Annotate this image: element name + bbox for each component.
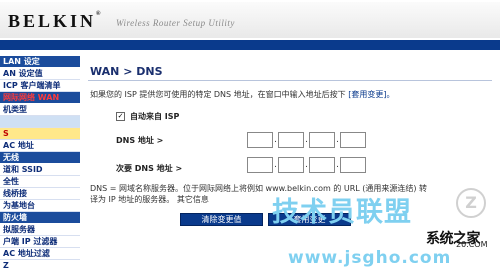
sidebar-item-security[interactable]: 全性 [0,176,80,188]
sidebar-item-virtual-servers[interactable]: 拟服务器 [0,224,80,236]
sidebar-item-client-ip-filters[interactable]: 户端 IP 过滤器 [0,236,80,248]
dns-octet-1[interactable] [247,132,273,148]
sidebar-item-wireless-bridge[interactable]: 线桥接 [0,188,80,200]
brand-name: BELKIN [8,11,97,31]
app-subtitle: Wireless Router Setup Utility [116,18,235,28]
apply-changes-link[interactable]: [套用变更]。 [348,90,394,99]
header-nav-bar [0,40,500,50]
watermark-badge: Z [456,188,486,218]
sidebar-section-lan[interactable]: LAN 设定 [0,56,80,68]
intro-text: 如果您的 ISP 提供您可使用的特定 DNS 地址，在窗口中输入地址后按下 [套… [90,89,394,100]
dns-address-fields: . . . [247,132,366,148]
intro-body: 如果您的 ISP 提供您可使用的特定 DNS 地址，在窗口中输入地址后按下 [90,90,346,99]
sidebar-item-dhcp-client-list[interactable]: ICP 客户端清单 [0,80,80,92]
more-info-link[interactable]: 其它信息 [177,195,209,204]
secondary-dns-octet-4[interactable] [340,157,366,173]
sidebar-item-connection-type[interactable]: 机类型 [0,104,80,116]
secondary-dns-label: 次要 DNS 地址 > [116,164,183,173]
auto-from-isp-checkbox[interactable]: ✓ [116,112,125,121]
watermark-main-text: 技术员联盟 [272,197,412,228]
sidebar-item-dmz[interactable]: Z [0,260,80,268]
watermark-number: 20.COM [456,240,488,249]
secondary-dns-octet-3[interactable] [309,157,335,173]
clear-changes-button[interactable]: 清除变更值 [180,213,263,226]
sidebar-item-lan-settings[interactable]: AN 设定值 [0,68,80,80]
sidebar-section-firewall[interactable]: 防火墙 [0,212,80,224]
secondary-dns-fields: . . . [247,157,366,173]
secondary-dns-octet-2[interactable] [278,157,304,173]
title-divider [88,80,492,81]
auto-from-isp-row: ✓ 自动来自 ISP [116,111,179,122]
sidebar-item-mac-address[interactable]: AC 地址 [0,140,80,152]
sidebar-item-dns[interactable]: S [0,128,80,140]
page-title: WAN > DNS [90,65,163,78]
watermark-url: www.jsgho.com [288,248,452,268]
auto-from-isp-label: 自动来自 ISP [130,112,180,121]
sidebar-item-access-point[interactable]: 为基地台 [0,200,80,212]
trademark-mark: ® [96,11,101,17]
dns-octet-4[interactable] [340,132,366,148]
sidebar-item-channel-ssid[interactable]: 道和 SSID [0,164,80,176]
sidebar-section-wan[interactable]: 网际网络 WAN [0,92,80,104]
dns-explanation-text: 译为 IP 地址的服务器。 [90,195,175,204]
dns-octet-3[interactable] [309,132,335,148]
secondary-dns-octet-1[interactable] [247,157,273,173]
app-header: BELKIN® Wireless Router Setup Utility [0,0,500,50]
sidebar-nav: LAN 设定 AN 设定值 ICP 客户端清单 网际网络 WAN 机类型 S A… [0,56,80,268]
sidebar-item-mac-filtering[interactable]: AC 地址过滤 [0,248,80,260]
sidebar-section-wireless[interactable]: 无线 [0,152,80,164]
brand-logo: BELKIN® [8,11,101,32]
dns-address-label: DNS 地址 > [116,136,164,145]
watermark: 技术员联盟 Z 系统之家 20.COM www.jsgho.com [270,188,500,268]
sidebar-item-blank[interactable] [0,116,80,128]
header-banner: BELKIN® Wireless Router Setup Utility [0,2,500,38]
dns-octet-2[interactable] [278,132,304,148]
